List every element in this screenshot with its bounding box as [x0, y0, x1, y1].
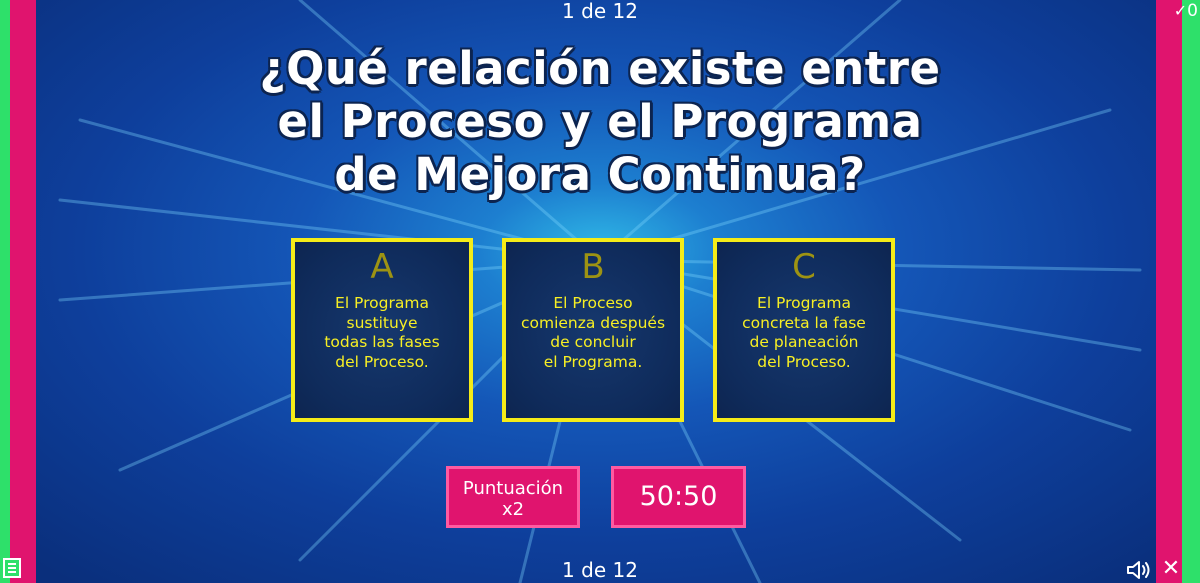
question-counter-top: 1 de 12 — [562, 0, 638, 23]
score-indicator: ✓0 — [1166, 0, 1198, 22]
option-text-line: todas las fases — [324, 333, 440, 351]
left-green-bar — [0, 0, 10, 583]
option-letter: B — [581, 247, 605, 287]
option-text-line: El Proceso — [553, 294, 633, 312]
right-green-bar — [1182, 0, 1200, 583]
right-pink-bar — [1156, 0, 1182, 583]
question-line-1: ¿Qué relación existe entre — [259, 42, 941, 95]
double-score-multiplier: x2 — [501, 499, 525, 520]
option-text-line: El Programa — [335, 294, 429, 312]
option-text-line: del Proceso. — [335, 352, 429, 371]
option-text-line: de planeación — [749, 333, 859, 351]
countdown-timer: 50:50 — [611, 466, 746, 528]
double-score-label: Puntuación — [462, 478, 564, 499]
option-letter: A — [370, 247, 394, 287]
question-line-3: de Mejora Continua? — [334, 148, 866, 201]
answer-option-c[interactable]: C El Programa concreta la fase de planea… — [713, 238, 895, 422]
score-value: 0 — [1187, 1, 1198, 21]
option-text-line: de concluir — [550, 333, 636, 351]
option-text: El Proceso comienza después de concluir … — [512, 294, 674, 372]
option-text-line: El Programa — [757, 294, 851, 312]
option-text-line: comienza después — [520, 313, 666, 332]
speaker-icon[interactable] — [1126, 559, 1152, 581]
answer-option-a[interactable]: A El Programa sustituye todas las fases … — [291, 238, 473, 422]
option-letter: C — [792, 247, 816, 287]
option-text: El Programa concreta la fase de planeaci… — [723, 294, 885, 372]
option-text-line: el Programa. — [543, 352, 643, 371]
option-text-line: concreta la fase — [742, 313, 866, 332]
double-score-button[interactable]: Puntuación x2 — [446, 466, 580, 528]
option-text-line: sustituye — [346, 313, 418, 332]
answer-option-b[interactable]: B El Proceso comienza después de conclui… — [502, 238, 684, 422]
check-icon: ✓ — [1173, 1, 1188, 20]
question-line-2: el Proceso y el Programa — [277, 95, 923, 148]
question-counter-bottom: 1 de 12 — [562, 558, 638, 582]
option-text: El Programa sustituye todas las fases de… — [301, 294, 463, 372]
menu-icon[interactable] — [3, 558, 21, 578]
option-text-line: del Proceso. — [757, 352, 851, 371]
left-pink-bar — [10, 0, 36, 583]
question-text: ¿Qué relación existe entre el Proceso y … — [200, 42, 1000, 201]
close-icon[interactable]: ✕ — [1160, 557, 1182, 581]
